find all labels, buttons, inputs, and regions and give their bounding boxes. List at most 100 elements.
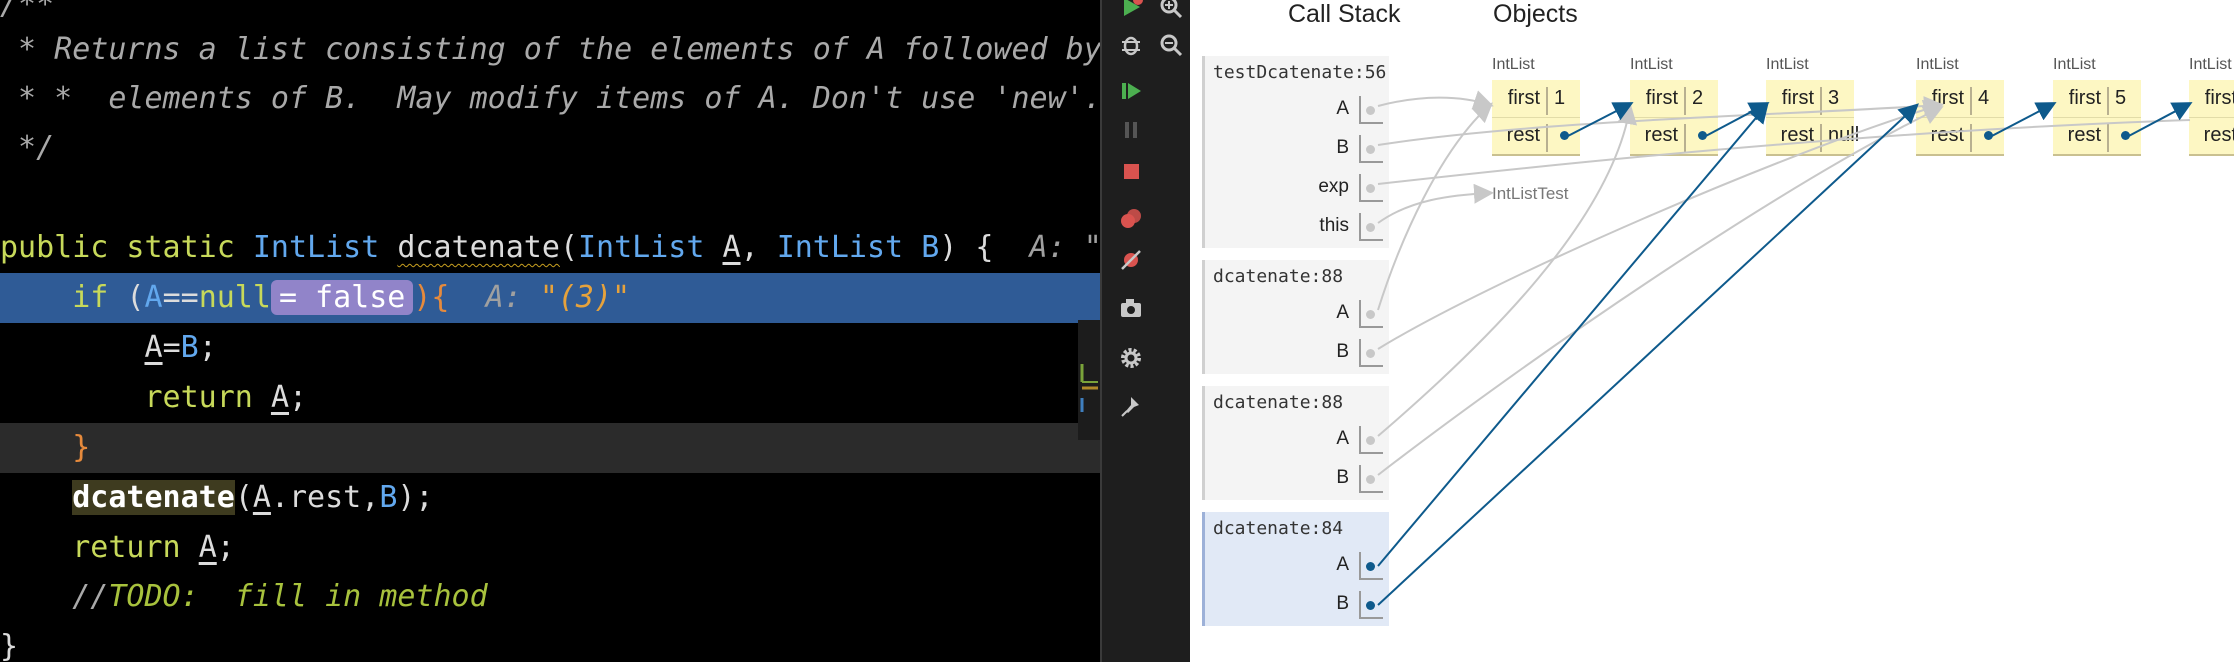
field-first-label: first [1781,87,1814,109]
frame-var-name: A [1336,428,1349,449]
field-rest-pointer [1684,124,1692,152]
method-signature-line: public static IntList dcatenate(IntList … [0,223,1100,273]
variable-a[interactable]: A [145,280,163,315]
operator: = [162,330,181,365]
field-rest-label: rest [1644,124,1678,146]
inline-value: "(3)" [539,280,631,315]
intlist-node[interactable]: first 3 rest null [1766,80,1859,156]
field-rest-pointer [2107,124,2115,152]
variable-a[interactable]: A [253,480,271,515]
variable-a[interactable]: A [271,380,289,415]
variable-a[interactable]: A [145,330,163,365]
comment-text: * Returns a list consisting of the eleme… [0,32,1100,67]
pin-icon[interactable] [1116,392,1146,422]
frame-var-name: this [1319,215,1349,236]
field-rest-label: rest [1930,124,1964,146]
stack-frame[interactable]: dcatenate:88 A B [1202,386,1389,500]
punct: ( [559,230,578,265]
frame-var-name: B [1336,137,1349,158]
object-type-label: IntList [1916,56,1959,73]
method-name[interactable]: dcatenate [397,230,560,265]
ref-arrow [1377,90,1494,110]
field-rest-value: null [1820,124,1859,152]
camera-icon[interactable] [1116,293,1146,323]
field-rest-pointer [1970,124,1978,152]
comment-text: // [72,579,109,614]
intlist-node[interactable]: first 5 rest [2053,80,2141,156]
variable-a[interactable]: A [199,530,217,565]
var-pointer-box [1359,174,1383,202]
code-editor[interactable]: /** * Returns a list consisting of the e… [0,0,1100,662]
keyword: return [72,530,199,565]
intlist-node[interactable]: first 1 rest [1492,80,1580,156]
punct: ; [216,530,235,565]
field-first-label: first [1645,87,1678,109]
comment-text: */ [0,130,55,165]
code-line: * Returns a list consisting of the eleme… [0,25,1100,75]
stack-frame[interactable]: testDcatenate:56 A B exp this [1202,56,1389,248]
variable-b[interactable]: B [181,330,199,365]
var-pointer-box [1359,213,1383,241]
object-type-label: IntList [1630,56,1673,73]
frame-name: testDcatenate:56 [1213,62,1387,83]
intlist-node[interactable]: first 4 rest [1916,80,2004,156]
ref-arrow-active [1377,102,1769,567]
field-first-value: 3 [1820,87,1839,115]
var-pointer-box [1359,135,1383,163]
field-first-value: 4 [1970,87,1989,115]
breakpoints-icon[interactable] [1116,204,1146,234]
operator: == [162,280,199,315]
keyword: null [198,280,271,315]
punct: ; [198,330,217,365]
code-line: } [0,622,1100,662]
field-first-label: first [1507,87,1540,109]
type-name: IntList [252,230,380,265]
field-rest-label: rest [2067,124,2101,146]
punct: ( [234,480,253,515]
settings-icon[interactable] [1116,343,1146,373]
code-line: */ [0,123,1100,173]
ref-arrow [1377,183,1494,224]
current-execution-line[interactable]: if (A==null = false){ A: "(3)" [0,273,1100,323]
frame-name: dcatenate:88 [1213,392,1344,413]
param-a[interactable]: A [723,230,741,265]
ref-arrow [1377,102,1493,311]
stack-frame-active[interactable]: dcatenate:84 A B [1202,512,1389,626]
debug-icon[interactable] [1116,30,1146,60]
code-line: A=B; [0,323,1100,373]
frame-var-name: B [1336,341,1349,362]
stack-frame[interactable]: dcatenate:88 A B [1202,260,1389,374]
frame-name: dcatenate:84 [1213,518,1344,539]
frame-var-name: A [1336,98,1349,119]
ref-arrow [1377,104,1638,437]
frame-var-name: A [1336,554,1349,575]
zoom-in-icon[interactable] [1156,0,1186,22]
code-line: dcatenate(A.rest,B); [0,473,1100,523]
var-pointer-box [1359,339,1383,367]
pause-icon[interactable] [1116,115,1146,145]
run-icon[interactable] [1116,0,1146,22]
object-type-label: IntList [1492,56,1535,73]
param-b[interactable]: B [921,230,939,265]
field-rest-label: rest [1506,124,1540,146]
method-call[interactable]: dcatenate [72,480,235,515]
zoom-out-icon[interactable] [1156,30,1186,60]
ref-arrow [1377,105,1944,476]
field-rest-pointer [1546,124,1554,152]
mute-breakpoints-icon[interactable] [1116,245,1146,275]
object-type-label: IntList [1766,56,1809,73]
field-first-value: 2 [1684,87,1703,115]
call-stack-title: Call Stack [1288,0,1401,28]
intlist-node[interactable]: first 2 rest [1630,80,1718,156]
variable-b[interactable]: B [379,480,397,515]
punct: ); [397,480,434,515]
frame-var-name: exp [1318,176,1349,197]
inline-value-label: A: [449,280,540,315]
resume-icon[interactable] [1116,76,1146,106]
caret-line: } [0,423,1100,473]
var-pointer-box [1359,96,1383,124]
stop-icon[interactable] [1116,156,1146,186]
intlist-node[interactable]: first rest [2189,80,2234,156]
frame-name: dcatenate:88 [1213,266,1344,287]
var-pointer-box [1359,591,1383,619]
